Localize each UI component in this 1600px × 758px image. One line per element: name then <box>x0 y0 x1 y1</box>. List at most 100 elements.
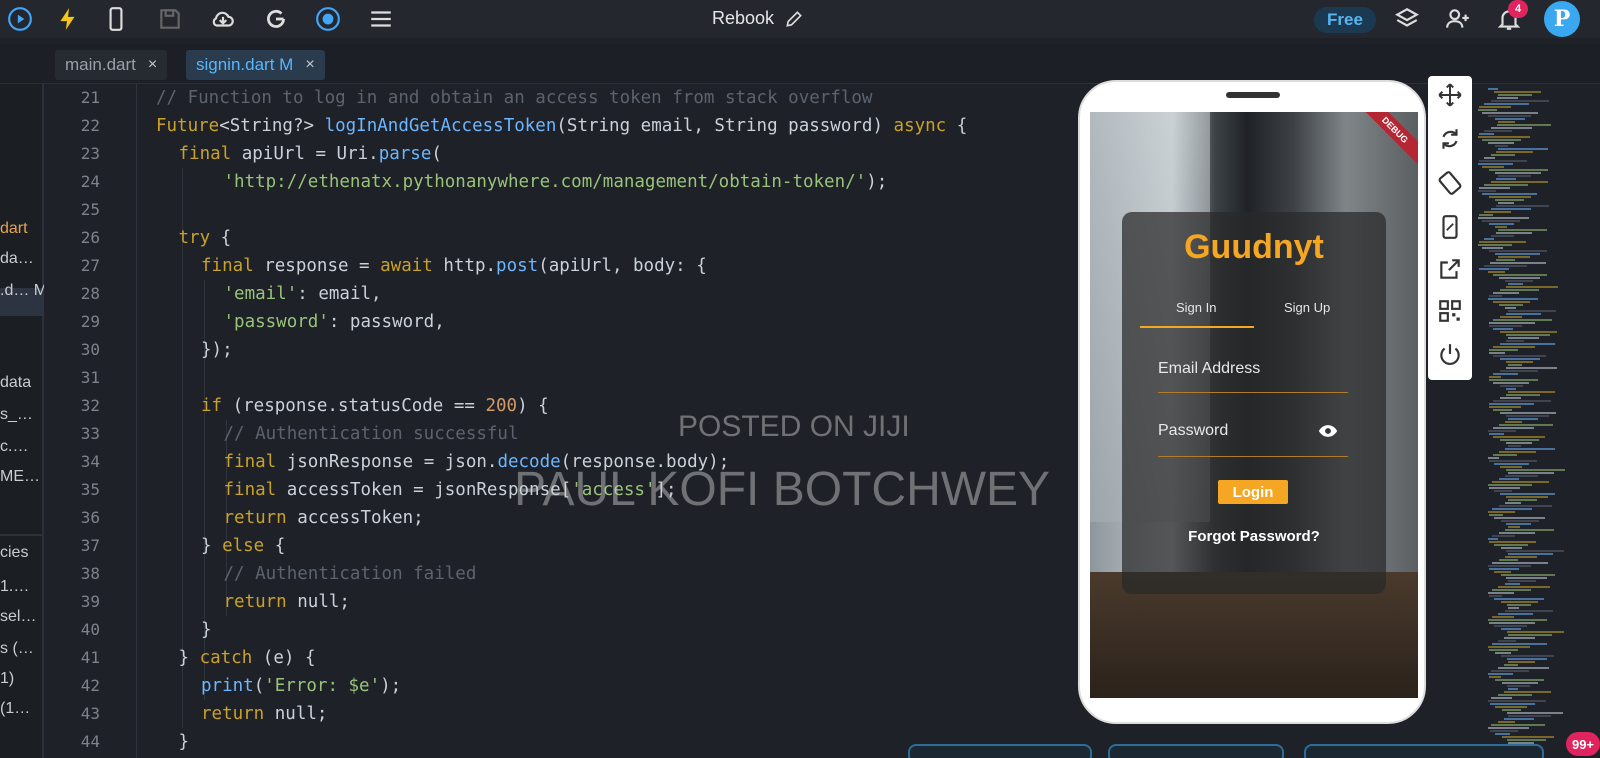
list-item[interactable]: ME… <box>0 468 44 492</box>
phone-icon[interactable] <box>101 4 131 34</box>
code-line[interactable]: return accessToken; <box>224 504 424 532</box>
list-item[interactable]: dart <box>0 220 44 244</box>
line-number: 41 <box>80 648 100 667</box>
add-user-icon[interactable] <box>1443 4 1473 34</box>
bottom-action-button[interactable] <box>1304 744 1544 758</box>
tab-sign-in[interactable]: Sign In <box>1176 300 1216 315</box>
rotate-icon[interactable] <box>1437 126 1463 152</box>
google-icon[interactable] <box>261 4 291 34</box>
login-button[interactable]: Login <box>1218 480 1288 504</box>
code-line[interactable]: 'email': email, <box>224 280 382 308</box>
minimap-line <box>1488 403 1534 405</box>
code-minimap[interactable] <box>1478 84 1600 758</box>
code-line[interactable]: final response = await http.post(apiUrl,… <box>201 252 707 280</box>
minimap-line <box>1500 574 1555 576</box>
list-item[interactable]: sel… <box>0 608 44 632</box>
minimap-line <box>1505 388 1516 390</box>
minimap-line <box>1488 325 1522 327</box>
power-icon[interactable] <box>1437 342 1463 368</box>
code-line[interactable]: } else { <box>201 532 285 560</box>
minimap-line <box>1491 724 1546 726</box>
line-number: 28 <box>80 284 100 303</box>
external-link-icon[interactable] <box>1437 256 1463 282</box>
minimap-line <box>1479 187 1511 189</box>
minimap-line <box>1494 571 1512 573</box>
minimap-line <box>1498 505 1552 507</box>
list-item[interactable]: data <box>0 374 44 398</box>
save-icon[interactable] <box>155 4 185 34</box>
eye-icon[interactable] <box>1318 424 1338 438</box>
code-line[interactable]: if (response.statusCode == 200) { <box>201 392 549 420</box>
minimap-line <box>1488 565 1532 567</box>
list-item[interactable]: 1) <box>0 670 44 694</box>
minimap-line <box>1488 379 1538 381</box>
minimap-line <box>1488 142 1515 144</box>
edit-icon[interactable] <box>784 9 804 29</box>
tab-signin-dart[interactable]: signin.dart M × <box>186 50 325 80</box>
code-line[interactable]: final apiUrl = Uri.parse( <box>179 140 442 168</box>
tab-sign-up[interactable]: Sign Up <box>1284 300 1330 315</box>
minimap-line <box>1488 352 1505 354</box>
code-line[interactable]: Future<String?> logInAndGetAccessToken(S… <box>156 112 967 140</box>
project-title[interactable]: Rebook <box>712 8 804 29</box>
minimap-line <box>1499 478 1520 480</box>
target-icon[interactable] <box>313 4 343 34</box>
avatar[interactable]: P <box>1544 1 1580 37</box>
qr-code-icon[interactable] <box>1437 298 1463 324</box>
minimap-line <box>1488 298 1539 300</box>
bottom-action-button[interactable] <box>1108 744 1284 758</box>
cloud-download-icon[interactable] <box>208 4 238 34</box>
close-icon[interactable]: × <box>305 56 314 74</box>
code-line[interactable]: }); <box>201 336 233 364</box>
code-line[interactable]: return null; <box>201 700 327 728</box>
code-line[interactable]: } <box>179 728 190 756</box>
minimap-line <box>1491 697 1513 699</box>
code-line[interactable]: // Authentication successful <box>224 420 519 448</box>
free-plan-badge[interactable]: Free <box>1314 7 1376 33</box>
line-number: 42 <box>80 676 100 695</box>
move-icon[interactable] <box>1437 82 1463 108</box>
code-line[interactable]: } catch (e) { <box>179 644 316 672</box>
list-item[interactable]: 1.… <box>0 578 44 602</box>
tab-label: signin.dart M <box>196 55 294 74</box>
list-item[interactable]: da… <box>0 250 44 274</box>
bottom-action-button[interactable] <box>908 744 1092 758</box>
minimap-line <box>1483 238 1494 240</box>
minimap-line <box>1492 301 1530 303</box>
phone-outline-icon[interactable] <box>1437 214 1463 240</box>
code-line[interactable]: print('Error: $e'); <box>201 672 401 700</box>
minimap-line <box>1488 433 1504 435</box>
code-line[interactable]: } <box>201 616 212 644</box>
code-line[interactable]: // Authentication failed <box>224 560 477 588</box>
code-token: ) { <box>517 396 549 416</box>
close-icon[interactable]: × <box>148 56 157 74</box>
list-item[interactable]: c.… <box>0 438 44 462</box>
code-token: 'http://ethenatx.pythonanywhere.com/mana… <box>223 172 867 192</box>
layers-icon[interactable] <box>1392 4 1422 34</box>
code-line[interactable]: 'password': password, <box>224 308 445 336</box>
forgot-password-link[interactable]: Forgot Password? <box>1122 528 1386 545</box>
list-item[interactable]: .d… M <box>0 282 44 306</box>
list-item[interactable]: s (… <box>0 640 44 664</box>
code-line[interactable]: return null; <box>224 588 350 616</box>
list-item[interactable]: cies <box>0 544 44 568</box>
tab-main-dart[interactable]: main.dart × <box>55 50 168 80</box>
code-line[interactable]: // Function to log in and obtain an acce… <box>156 84 872 112</box>
code-line[interactable]: try { <box>179 224 232 252</box>
code-editor[interactable]: 21 22 23 24 25 26 27 28 29 30 31 32 33 34 35 36 37 38 39 40… <box>46 84 1066 758</box>
minimap-line <box>1504 637 1536 639</box>
minimap-line <box>1497 229 1547 231</box>
menu-icon[interactable] <box>366 4 396 34</box>
screen-rotation-icon[interactable] <box>1437 170 1463 196</box>
list-item[interactable]: (1… <box>0 700 44 724</box>
code-line[interactable]: 'http://ethenatx.pythonanywhere.com/mana… <box>224 168 888 196</box>
code-area[interactable]: // Function to log in and obtain an acce… <box>156 84 1066 758</box>
play-circle-icon[interactable] <box>5 4 35 34</box>
bolt-icon[interactable] <box>53 4 83 34</box>
email-field[interactable]: Email Address <box>1158 360 1348 378</box>
minimap-line <box>1507 337 1539 339</box>
minimap-line <box>1499 358 1540 360</box>
minimap-line <box>1488 514 1503 516</box>
list-item[interactable]: s_… <box>0 406 44 430</box>
issues-count-badge[interactable]: 99+ <box>1566 732 1600 756</box>
